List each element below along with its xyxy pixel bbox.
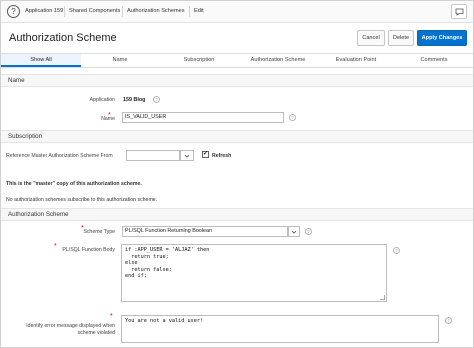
name-label: Name [101,116,115,122]
scheme-type-label: Scheme Type [83,229,115,235]
breadcrumb-item-application[interactable]: Application 159 [25,8,63,14]
help-icon[interactable]: ? [305,228,312,235]
help-icon[interactable]: ? [445,317,452,324]
breadcrumb-item-shared-components[interactable]: Shared Components [69,8,120,14]
resize-handle[interactable] [380,295,385,300]
reference-master-dropdown[interactable] [180,150,194,161]
tab-show-all[interactable]: Show All [1,54,81,67]
chat-button[interactable] [451,4,467,19]
breadcrumb-item-authorization-schemes[interactable]: Authorization Schemes [127,8,185,14]
app-icon[interactable]: ? [7,5,20,18]
breadcrumb-separator [122,6,123,17]
delete-button[interactable]: Delete [388,30,414,46]
breadcrumb-separator [189,6,190,17]
reference-master-label: Reference Master Authorization Scheme Fr… [6,153,113,159]
no-subscribers-note: No authorization schemes subscribe to th… [6,197,158,203]
tab-bar: Show All Name Subscription Authorization… [1,53,473,68]
tab-comments[interactable]: Comments [395,54,473,67]
tab-evaluation-point[interactable]: Evaluation Point [317,54,395,67]
page-title: Authorization Scheme [9,32,117,44]
refresh-label: Refresh [212,153,232,159]
application-label: Application [89,97,115,103]
region-header-name: Name [1,74,473,87]
chat-icon [455,8,464,16]
chevron-down-icon [184,154,190,158]
breadcrumb-item-edit: Edit [194,8,204,14]
refresh-checkbox[interactable]: ✓ [202,151,209,158]
required-indicator: * [110,313,113,320]
apply-changes-button[interactable]: Apply Changes [417,30,467,46]
function-body-editor[interactable]: if :APP_USER = 'ALJAZ' then return true;… [121,244,387,302]
name-input[interactable]: IS_VALID_USER [122,112,284,123]
breadcrumb-separator [64,6,65,17]
reference-master-select[interactable] [126,150,180,161]
chevron-down-icon [291,230,297,234]
error-message-label-line2: scheme violated [77,330,116,336]
master-copy-note: This is the "master" copy of this author… [6,181,142,187]
help-icon[interactable]: ? [153,96,160,103]
scheme-type-select[interactable]: PL/SQL Function Returning Boolean [122,226,288,237]
tab-authorization-scheme[interactable]: Authorization Scheme [239,54,317,67]
help-icon[interactable]: ? [393,247,400,254]
tab-subscription[interactable]: Subscription [159,54,239,67]
error-message-label-line1: Identify error message displayed when [26,323,115,329]
breadcrumb-bar: ? Application 159 Shared Components Auth… [1,1,473,23]
help-icon[interactable]: ? [289,114,296,121]
region-header-subscription: Subscription [1,130,473,143]
tab-name[interactable]: Name [81,54,159,67]
cancel-button[interactable]: Cancel [357,30,385,46]
region-header-authorization-scheme: Authorization Scheme [1,208,473,221]
function-body-label: PL/SQL Function Body [62,247,115,253]
app-window: ? Application 159 Shared Components Auth… [0,0,474,348]
scheme-type-dropdown[interactable] [288,226,300,237]
error-message-textarea[interactable]: You are not a valid user! [121,315,439,343]
application-value: 159 Blog [123,97,146,103]
